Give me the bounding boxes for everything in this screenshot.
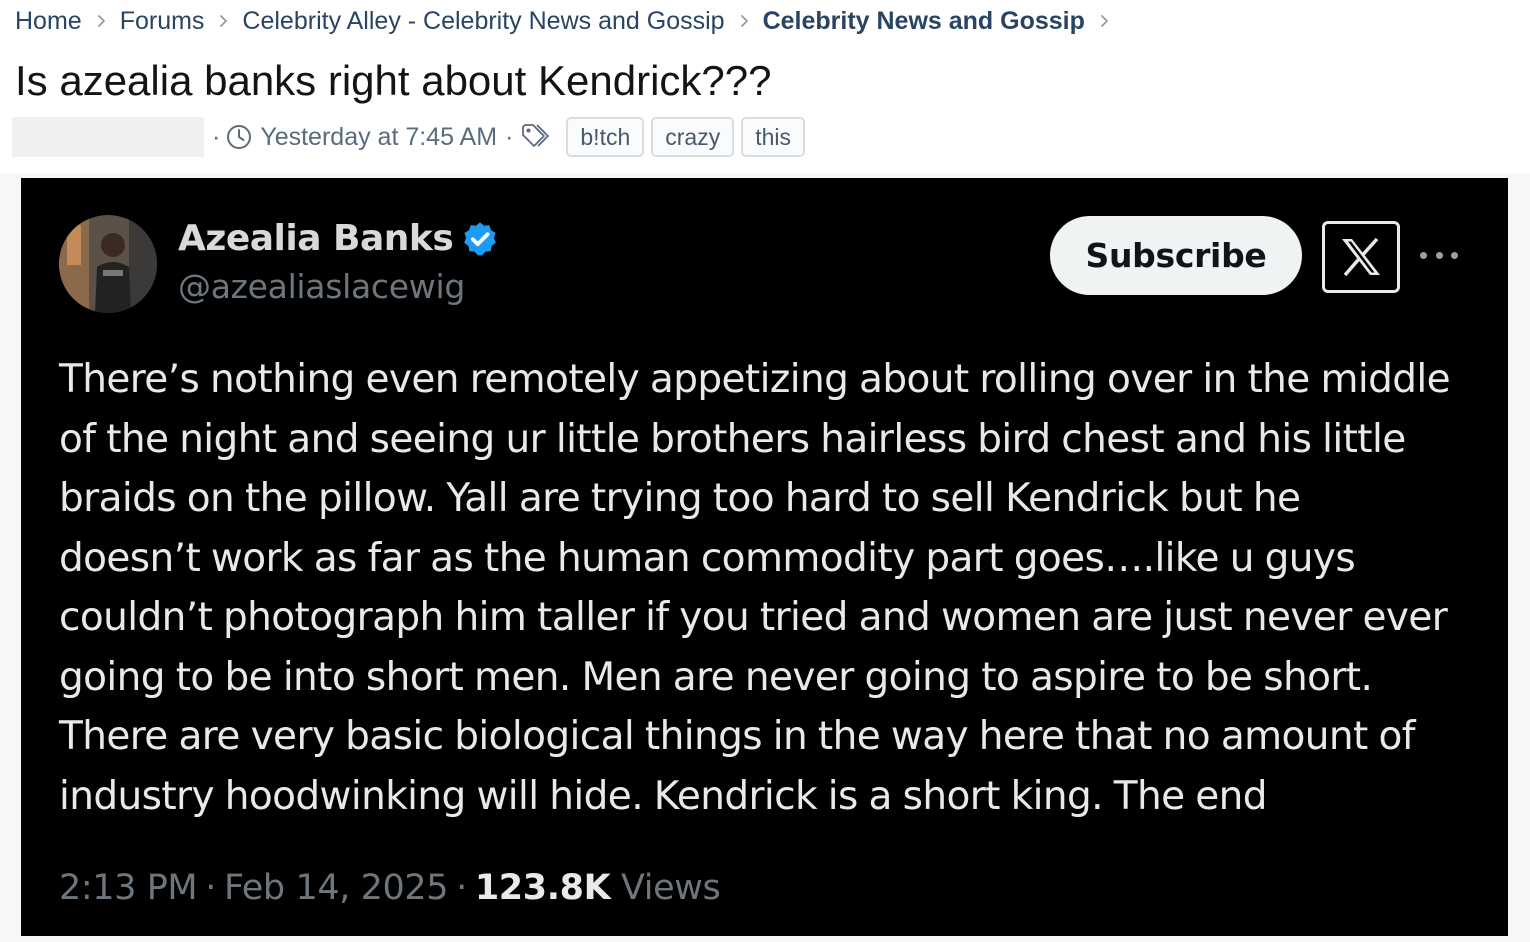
tag-item[interactable]: crazy [651,117,735,157]
display-name-text: Azealia Banks [178,218,454,259]
tags-icon [521,123,555,151]
tweet-text-line: doesn’t work as far as the human commodi… [59,535,1356,581]
subscribe-button[interactable]: Subscribe [1050,216,1302,295]
breadcrumb-home[interactable]: Home [15,7,82,36]
tweet-text-line: There are very basic biological things i… [59,714,1416,759]
embedded-tweet-screenshot: Azealia Banks @azealiaslacewig Subscribe… [21,178,1508,936]
tweet-text-line: couldn’t photograph him taller if you tr… [59,595,1448,640]
tweet-text-line: going to be into short men. Men are neve… [59,654,1373,700]
meta-separator: · [456,868,467,908]
thread-title: Is azealia banks right about Kendrick??? [15,57,772,104]
chevron-right-icon [740,14,749,28]
tweet-text-line: of the night and seeing ur little brothe… [59,416,1406,462]
breadcrumb: Home Forums Celebrity Alley - Celebrity … [15,4,1123,38]
chevron-right-icon [219,14,228,28]
tweet-text-line: braids on the pillow. Yall are trying to… [59,476,1301,521]
clock-icon [226,124,252,150]
tweet-views-count: 123.8K [474,868,611,908]
tweet-text-line: industry hoodwinking will hide. Kendrick… [59,773,1268,819]
more-options-icon[interactable] [1420,242,1458,268]
tweet-display-name[interactable]: Azealia Banks [178,218,499,259]
avatar[interactable] [59,215,157,313]
verified-badge-icon [461,220,499,258]
breadcrumb-celebrity-alley[interactable]: Celebrity Alley - Celebrity News and Gos… [242,7,724,36]
breadcrumb-forums[interactable]: Forums [120,7,205,36]
x-logo-icon[interactable] [1322,221,1400,293]
tweet-date[interactable]: Feb 14, 2025 [224,868,449,908]
tweet-text: There’s nothing even remotely appetizing… [59,350,1479,826]
tweet-meta: 2:13 PM · Feb 14, 2025 · 123.8K Views [59,868,721,908]
tweet-views-label: Views [621,868,721,908]
thread-meta: · Yesterday at 7:45 AM · b!tch crazy thi… [12,116,806,158]
tweet-handle[interactable]: @azealiaslacewig [178,267,465,306]
thread-timestamp[interactable]: Yesterday at 7:45 AM [260,123,497,152]
tag-item[interactable]: this [741,117,806,157]
meta-separator: · [505,122,514,151]
meta-separator: · [212,122,221,151]
chevron-right-icon [1100,14,1109,28]
tweet-time[interactable]: 2:13 PM [59,868,198,908]
tag-item[interactable]: b!tch [566,117,645,157]
author-placeholder[interactable] [12,117,204,157]
breadcrumb-celebrity-news-gossip[interactable]: Celebrity News and Gossip [763,7,1085,36]
meta-separator: · [205,868,216,908]
chevron-right-icon [97,14,106,28]
tweet-text-line: There’s nothing even remotely appetizing… [59,357,1451,402]
